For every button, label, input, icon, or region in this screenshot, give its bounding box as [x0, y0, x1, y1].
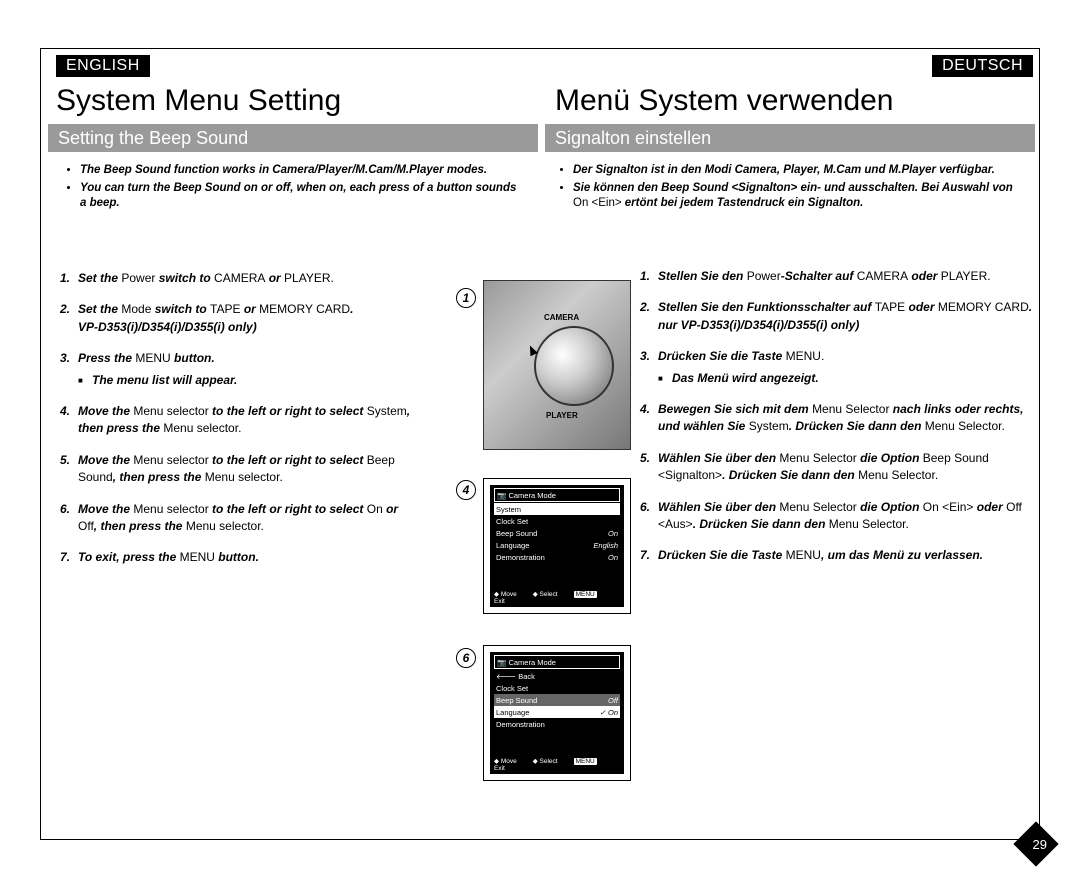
osd6-title: 📷 Camera Mode — [494, 655, 620, 669]
step-en-5: 5. Move the Menu selector to the left or… — [60, 452, 420, 487]
step-en-6: 6. Move the Menu selector to the left or… — [60, 501, 420, 536]
osd4-row-clock: Clock Set — [494, 515, 620, 527]
lang-tab-deutsch: DEUTSCH — [932, 55, 1033, 77]
intro-en-1: The Beep Sound function works in Camera/… — [80, 163, 522, 179]
osd6-row-clock: Clock Set — [494, 682, 620, 694]
step-en-3-sub: The menu list will appear. — [78, 372, 420, 389]
step-en-1: 1. Set the Power switch to CAMERA or PLA… — [60, 270, 420, 287]
step-de-3: 3. Drücken Sie die Taste MENU. Das Menü … — [640, 348, 1035, 387]
page-number-value: 29 — [1033, 837, 1047, 852]
osd4-row-demo: DemonstrationOn — [494, 551, 620, 563]
step-de-1: 1. Stellen Sie den Power-Schalter auf CA… — [640, 268, 1035, 285]
osd4-row-language: LanguageEnglish — [494, 539, 620, 551]
osd4-footer: ◆ Move◆ SelectMENU Exit — [494, 590, 620, 605]
osd4-row-beep: Beep SoundOn — [494, 527, 620, 539]
steps-en: 1. Set the Power switch to CAMERA or PLA… — [60, 270, 420, 581]
osd-screenshot-6: 📷 Camera Mode 🡐 Back Clock Set Beep Soun… — [483, 645, 631, 781]
step-en-2: 2. Set the Mode switch to TAPE or MEMORY… — [60, 301, 420, 336]
osd4-row-system: System — [494, 503, 620, 515]
step-de-2: 2. Stellen Sie den Funktionsschalter auf… — [640, 299, 1035, 334]
figure-badge-6: 6 — [456, 648, 476, 668]
page-title-de: Menü System verwenden — [555, 84, 894, 118]
step-en-7: 7. To exit, press the MENU button. — [60, 549, 420, 566]
step-de-5: 5. Wählen Sie über den Menu Selector die… — [640, 450, 1035, 485]
intro-en-2: You can turn the Beep Sound on or off, w… — [80, 181, 522, 212]
dial-label-player: PLAYER — [546, 411, 578, 420]
osd6-row-demo: Demonstration — [494, 718, 620, 730]
lang-tab-english: ENGLISH — [56, 55, 150, 77]
dial-wheel-icon — [534, 326, 614, 406]
intro-de-2: Sie können den Beep Sound <Signalton> ei… — [573, 181, 1015, 212]
step-de-3-sub: Das Menü wird angezeigt. — [658, 370, 1035, 387]
intro-de: Der Signalton ist in den Modi Camera, Pl… — [555, 163, 1015, 214]
step-en-3: 3. Press the MENU button. The menu list … — [60, 350, 420, 389]
steps-de: 1. Stellen Sie den Power-Schalter auf CA… — [640, 268, 1035, 579]
step-de-6: 6. Wählen Sie über den Menu Selector die… — [640, 499, 1035, 534]
osd6-row-back: 🡐 Back — [494, 670, 620, 682]
osd-screenshot-4: 📷 Camera Mode System Clock Set Beep Soun… — [483, 478, 631, 614]
page-title-en: System Menu Setting — [56, 84, 341, 118]
osd6-row-beep: Beep SoundOff — [494, 694, 620, 706]
power-dial-figure: CAMERA PLAYER — [483, 280, 631, 450]
intro-en: The Beep Sound function works in Camera/… — [62, 163, 522, 214]
figure-badge-4: 4 — [456, 480, 476, 500]
step-de-4: 4. Bewegen Sie sich mit dem Menu Selecto… — [640, 401, 1035, 436]
section-heading-en: Setting the Beep Sound — [48, 124, 538, 152]
osd6-row-language: Language✓ On — [494, 706, 620, 718]
step-de-7: 7. Drücken Sie die Taste MENU, um das Me… — [640, 547, 1035, 564]
osd6-footer: ◆ Move◆ SelectMENU Exit — [494, 757, 620, 772]
section-heading-de: Signalton einstellen — [545, 124, 1035, 152]
figure-badge-1: 1 — [456, 288, 476, 308]
osd4-title: 📷 Camera Mode — [494, 488, 620, 502]
intro-de-1: Der Signalton ist in den Modi Camera, Pl… — [573, 163, 1015, 179]
dial-label-camera: CAMERA — [544, 313, 579, 322]
step-en-4: 4. Move the Menu selector to the left or… — [60, 403, 420, 438]
